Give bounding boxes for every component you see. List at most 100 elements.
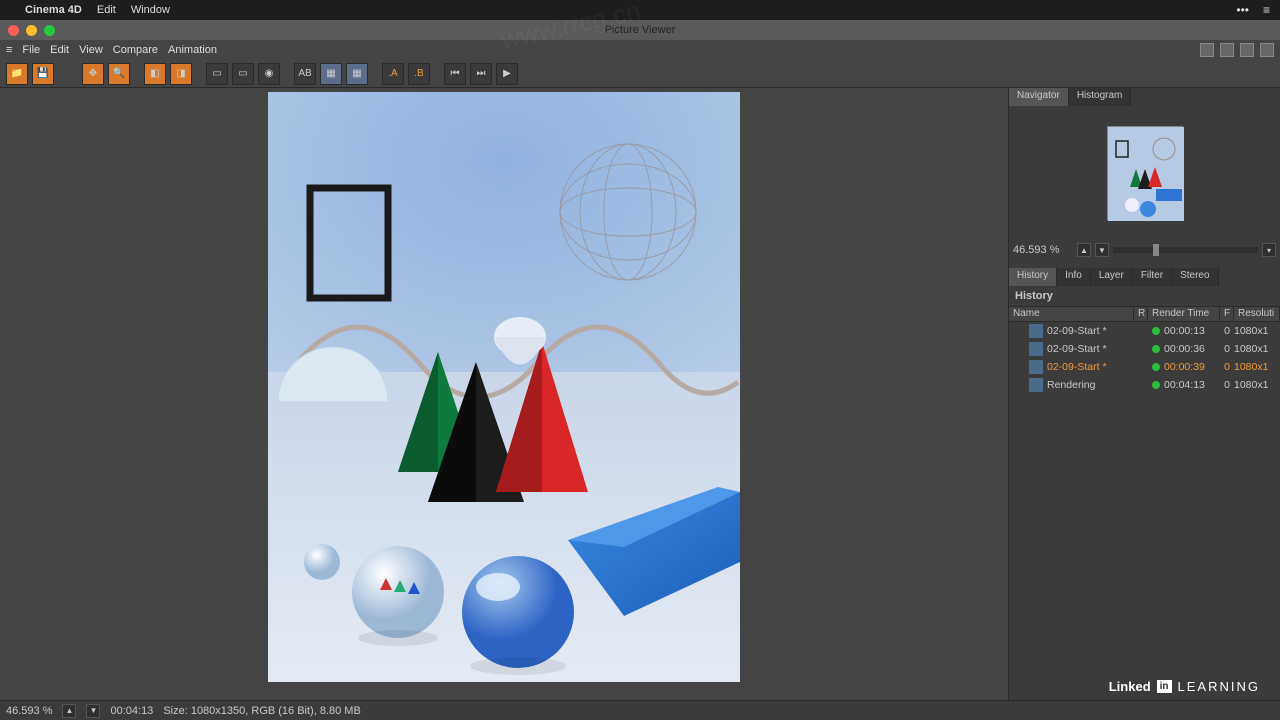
tool-panel1-button[interactable]: ◧ — [144, 63, 166, 85]
row-frames: 0 — [1220, 379, 1234, 391]
traffic-close-icon[interactable] — [8, 25, 19, 36]
status-bar: 46.593 % ▲ ▼ 00:04:13 Size: 1080x1350, R… — [0, 700, 1280, 720]
status-step-up[interactable]: ▲ — [62, 704, 76, 718]
history-row[interactable]: 02-09-Start * 00:00:3901080x1 — [1009, 358, 1280, 376]
brand-learning: LEARNING — [1178, 679, 1260, 694]
window-titlebar: Picture Viewer — [0, 20, 1280, 40]
row-frames: 0 — [1220, 343, 1234, 355]
row-resolution: 1080x1 — [1234, 379, 1280, 391]
tab-navigator[interactable]: Navigator — [1009, 88, 1069, 106]
tab-info[interactable]: Info — [1057, 268, 1091, 286]
row-name: Rendering — [1047, 379, 1148, 391]
traffic-max-icon[interactable] — [44, 25, 55, 36]
tab-history[interactable]: History — [1009, 268, 1057, 286]
status-dot-icon — [1152, 345, 1160, 353]
zoom-dropdown[interactable]: ▾ — [1262, 243, 1276, 257]
wm-edit[interactable]: Edit — [50, 44, 69, 56]
tool-panel2-button[interactable]: ◨ — [170, 63, 192, 85]
row-time: 00:00:36 — [1164, 343, 1220, 355]
mac-menu-edit[interactable]: Edit — [97, 4, 116, 16]
brand-in-icon: in — [1157, 680, 1172, 693]
dock-icon-1[interactable] — [1200, 43, 1214, 57]
tool-overlay-button[interactable]: ◉ — [258, 63, 280, 85]
tab-stereo[interactable]: Stereo — [1172, 268, 1218, 286]
right-panel: Navigator Histogram 46.593 % ▲ — [1008, 88, 1280, 700]
render-thumb-icon — [1029, 324, 1043, 338]
navigator-thumbnail[interactable] — [1107, 126, 1183, 220]
tab-layer[interactable]: Layer — [1091, 268, 1133, 286]
row-resolution: 1080x1 — [1234, 361, 1280, 373]
zoom-step-down[interactable]: ▼ — [1095, 243, 1109, 257]
row-resolution: 1080x1 — [1234, 325, 1280, 337]
status-dot-icon — [1152, 327, 1160, 335]
row-time: 00:00:39 — [1164, 361, 1220, 373]
col-resolution[interactable]: Resoluti — [1234, 307, 1280, 321]
tool-play-button[interactable]: ▶ — [496, 63, 518, 85]
tool-a-channel-button[interactable]: .A — [382, 63, 404, 85]
tool-next-button[interactable]: ⏭ — [470, 63, 492, 85]
status-dot-icon — [1152, 381, 1160, 389]
zoom-slider[interactable] — [1113, 247, 1258, 253]
status-step-down[interactable]: ▼ — [86, 704, 100, 718]
row-resolution: 1080x1 — [1234, 343, 1280, 355]
tool-b-channel-button[interactable]: .B — [408, 63, 430, 85]
window-title: Picture Viewer — [605, 24, 676, 36]
row-time: 00:00:13 — [1164, 325, 1220, 337]
tab-filter[interactable]: Filter — [1133, 268, 1172, 286]
wm-view[interactable]: View — [79, 44, 103, 56]
wm-animation[interactable]: Animation — [168, 44, 217, 56]
tool-open-button[interactable]: 📁 — [6, 63, 28, 85]
render-image — [268, 92, 740, 682]
status-info: Size: 1080x1350, RGB (16 Bit), 8.80 MB — [163, 705, 361, 717]
viewport[interactable] — [0, 88, 1008, 700]
hamburger-icon[interactable]: ≡ — [6, 44, 12, 56]
render-thumb-icon — [1029, 360, 1043, 374]
row-time: 00:04:13 — [1164, 379, 1220, 391]
tool-prev-button[interactable]: ⏮ — [444, 63, 466, 85]
wm-compare[interactable]: Compare — [113, 44, 158, 56]
tool-aspect1-button[interactable]: ▭ — [206, 63, 228, 85]
history-header: Name R Render Time F Resoluti — [1009, 306, 1280, 322]
mac-status-dots-icon: ••• — [1236, 3, 1249, 17]
window-menu: ≡ File Edit View Compare Animation — [0, 40, 1280, 60]
history-row[interactable]: 02-09-Start * 00:00:1301080x1 — [1009, 322, 1280, 340]
col-f[interactable]: F — [1220, 307, 1234, 321]
row-frames: 0 — [1220, 325, 1234, 337]
col-r[interactable]: R — [1134, 307, 1148, 321]
tool-zoom-button[interactable]: 🔍 — [108, 63, 130, 85]
tool-grid1-button[interactable]: ▦ — [320, 63, 342, 85]
dock-icon-3[interactable] — [1240, 43, 1254, 57]
history-heading: History — [1009, 286, 1280, 306]
tool-grid2-button[interactable]: ▦ — [346, 63, 368, 85]
tool-move-button[interactable]: ✥ — [82, 63, 104, 85]
mac-menu-window[interactable]: Window — [131, 4, 170, 16]
row-name: 02-09-Start * — [1047, 343, 1148, 355]
row-frames: 0 — [1220, 361, 1234, 373]
tool-save-button[interactable]: 💾 — [32, 63, 54, 85]
zoom-percent: 46.593 % — [1013, 244, 1073, 256]
row-name: 02-09-Start * — [1047, 325, 1148, 337]
linkedin-learning-badge: Linked in LEARNING — [1109, 679, 1260, 694]
tool-aspect2-button[interactable]: ▭ — [232, 63, 254, 85]
status-zoom: 46.593 % — [6, 705, 52, 717]
render-thumb-icon — [1029, 342, 1043, 356]
mac-menubar: Cinema 4D Edit Window ••• ≡ — [0, 0, 1280, 20]
toolbar: 📁 💾 ✥ 🔍 ◧ ◨ ▭ ▭ ◉ AB ▦ ▦ .A .B ⏮ ⏭ ▶ — [0, 60, 1280, 88]
dock-icon-2[interactable] — [1220, 43, 1234, 57]
history-row[interactable]: 02-09-Start * 00:00:3601080x1 — [1009, 340, 1280, 358]
history-row[interactable]: Rendering 00:04:1301080x1 — [1009, 376, 1280, 394]
tab-histogram[interactable]: Histogram — [1069, 88, 1132, 106]
history-rows: 02-09-Start *00:00:1301080x102-09-Start … — [1009, 322, 1280, 394]
traffic-min-icon[interactable] — [26, 25, 37, 36]
wm-file[interactable]: File — [22, 44, 40, 56]
app-name[interactable]: Cinema 4D — [25, 4, 82, 16]
row-name: 02-09-Start * — [1047, 361, 1148, 373]
col-name[interactable]: Name — [1009, 307, 1134, 321]
tool-abcompare-button[interactable]: AB — [294, 63, 316, 85]
zoom-step-up[interactable]: ▲ — [1077, 243, 1091, 257]
brand-linked: Linked — [1109, 679, 1151, 694]
col-rendertime[interactable]: Render Time — [1148, 307, 1220, 321]
status-time: 00:04:13 — [110, 705, 153, 717]
dock-icon-4[interactable] — [1260, 43, 1274, 57]
mac-status-menu-icon: ≡ — [1263, 3, 1270, 17]
